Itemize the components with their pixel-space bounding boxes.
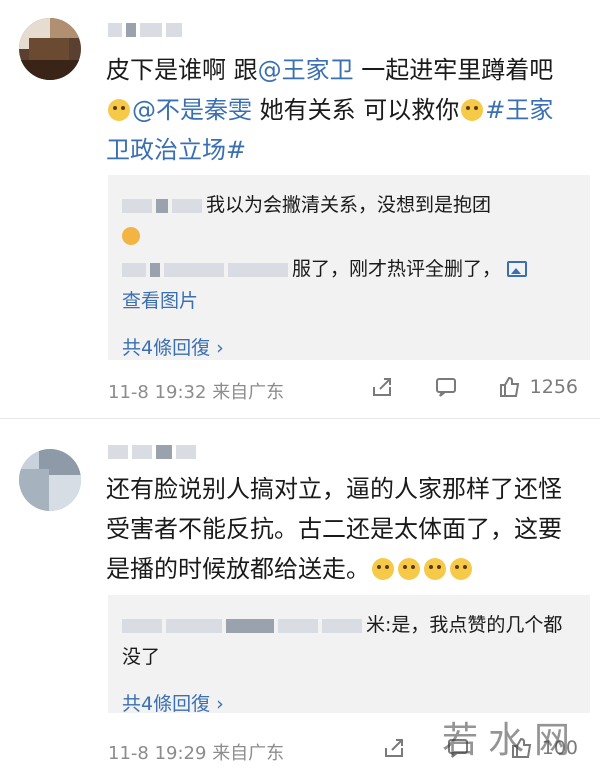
- like-button[interactable]: 1256: [498, 375, 578, 399]
- username-blurred[interactable]: [108, 444, 200, 460]
- avatar[interactable]: [19, 449, 81, 511]
- share-button[interactable]: [370, 375, 394, 399]
- view-image-link[interactable]: 查看图片: [122, 285, 576, 317]
- reply-item[interactable]: 服了，刚才热评全删了，: [122, 253, 576, 285]
- avatar[interactable]: [19, 18, 81, 80]
- share-button[interactable]: [382, 736, 406, 760]
- comment-text: 皮下是谁啊 跟@王家卫 一起进牢里蹲着吧 @不是秦雯 她有关系 可以救你 #王家卫…: [106, 56, 554, 164]
- mention-link[interactable]: @不是秦雯: [132, 96, 252, 124]
- watermark: 若水网: [441, 720, 580, 761]
- chevron-right-icon: ›: [216, 693, 224, 715]
- image-icon: [507, 261, 528, 277]
- reply-item[interactable]: 我以为会撇清关系，没想到是抱团: [122, 189, 576, 221]
- comment-button[interactable]: [434, 375, 458, 399]
- comment-icon: [435, 378, 456, 397]
- emoji-icon: [372, 558, 394, 580]
- like-count: 1256: [529, 376, 578, 398]
- chevron-right-icon: ›: [216, 337, 224, 359]
- reply-box[interactable]: 米:是，我点赞的几个都没了 共4條回復 ›: [108, 595, 590, 715]
- like-icon: [499, 376, 519, 397]
- share-icon: [384, 739, 403, 757]
- comment-text: 还有脸说别人搞对立，逼的人家那样了还怪受害者不能反抗。古二还是太体面了，这要是播…: [106, 475, 562, 583]
- reply-count-link[interactable]: 共4條回復 ›: [122, 333, 576, 360]
- comment-actions: 1256: [370, 375, 578, 399]
- comment-meta: 11-8 19:29 来自广东: [108, 743, 285, 764]
- comment-item: 皮下是谁啊 跟@王家卫 一起进牢里蹲着吧 @不是秦雯 她有关系 可以救你 #王家卫…: [0, 0, 600, 418]
- emoji-icon: [398, 558, 420, 580]
- mention-link[interactable]: @王家卫: [258, 56, 354, 84]
- emoji-icon: [122, 227, 140, 245]
- emoji-icon: [424, 558, 446, 580]
- username-blurred[interactable]: [108, 22, 186, 38]
- reply-box[interactable]: 我以为会撇清关系，没想到是抱团 服了，刚才热评全删了， 查看图片 共4條回復 ›: [108, 175, 590, 360]
- emoji-icon: [108, 99, 130, 121]
- emoji-icon: [461, 99, 484, 121]
- comment-meta: 11-8 19:32 来自广东: [108, 382, 285, 403]
- share-icon: [372, 378, 391, 396]
- emoji-icon: [450, 558, 472, 580]
- reply-item[interactable]: 米:是，我点赞的几个都没了: [122, 609, 576, 673]
